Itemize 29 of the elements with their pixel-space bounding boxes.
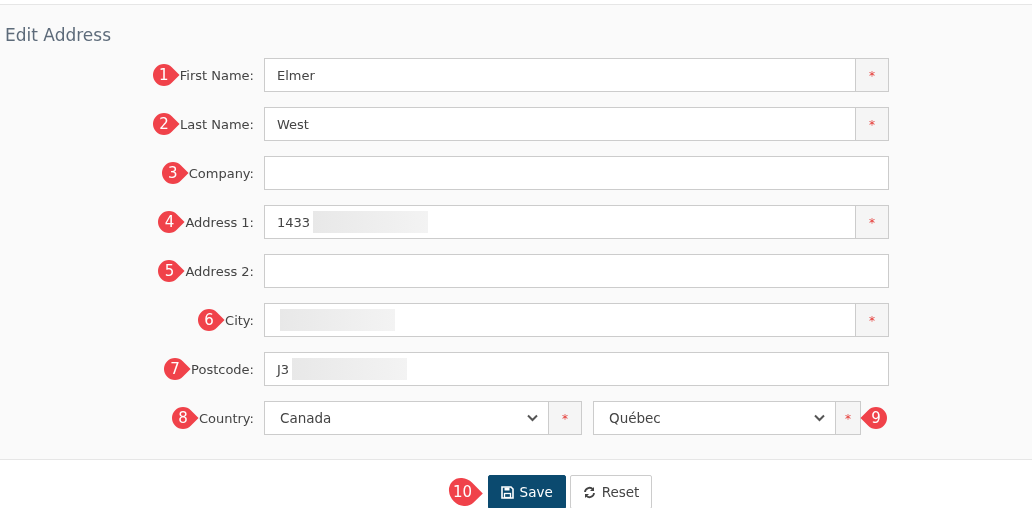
- field-label: Postcode:: [191, 360, 254, 379]
- required-marker: *: [856, 58, 889, 93]
- page-title: Edit Address: [5, 25, 113, 46]
- input-field[interactable]: 1433: [264, 205, 856, 240]
- select-field[interactable]: Québec: [593, 401, 836, 436]
- required-marker: *: [856, 303, 889, 338]
- reset-button[interactable]: Reset: [569, 475, 653, 508]
- chevron-down-icon: [814, 414, 825, 423]
- field-label: First Name:: [179, 66, 254, 85]
- required-marker: *: [856, 107, 889, 142]
- field-label: Last Name:: [180, 115, 254, 134]
- field-label: Address 1:: [185, 213, 254, 232]
- chevron-down-icon: [527, 414, 538, 423]
- required-marker: *: [549, 401, 582, 436]
- input-field[interactable]: J3: [264, 352, 889, 387]
- field-label: City:: [225, 311, 254, 330]
- field-label: Company:: [188, 164, 254, 183]
- required-marker: *: [856, 205, 889, 240]
- field-label: Address 2:: [185, 262, 254, 281]
- save-button[interactable]: Save: [487, 475, 566, 508]
- required-marker: *: [836, 401, 861, 436]
- input-field[interactable]: Elmer: [264, 58, 856, 93]
- input-field[interactable]: [264, 303, 856, 338]
- input-field[interactable]: [264, 254, 889, 289]
- field-label: Country:: [198, 409, 254, 428]
- input-field[interactable]: [264, 156, 889, 191]
- refresh-icon: [582, 485, 596, 499]
- input-field[interactable]: West: [264, 107, 856, 142]
- select-field[interactable]: Canada: [264, 401, 549, 436]
